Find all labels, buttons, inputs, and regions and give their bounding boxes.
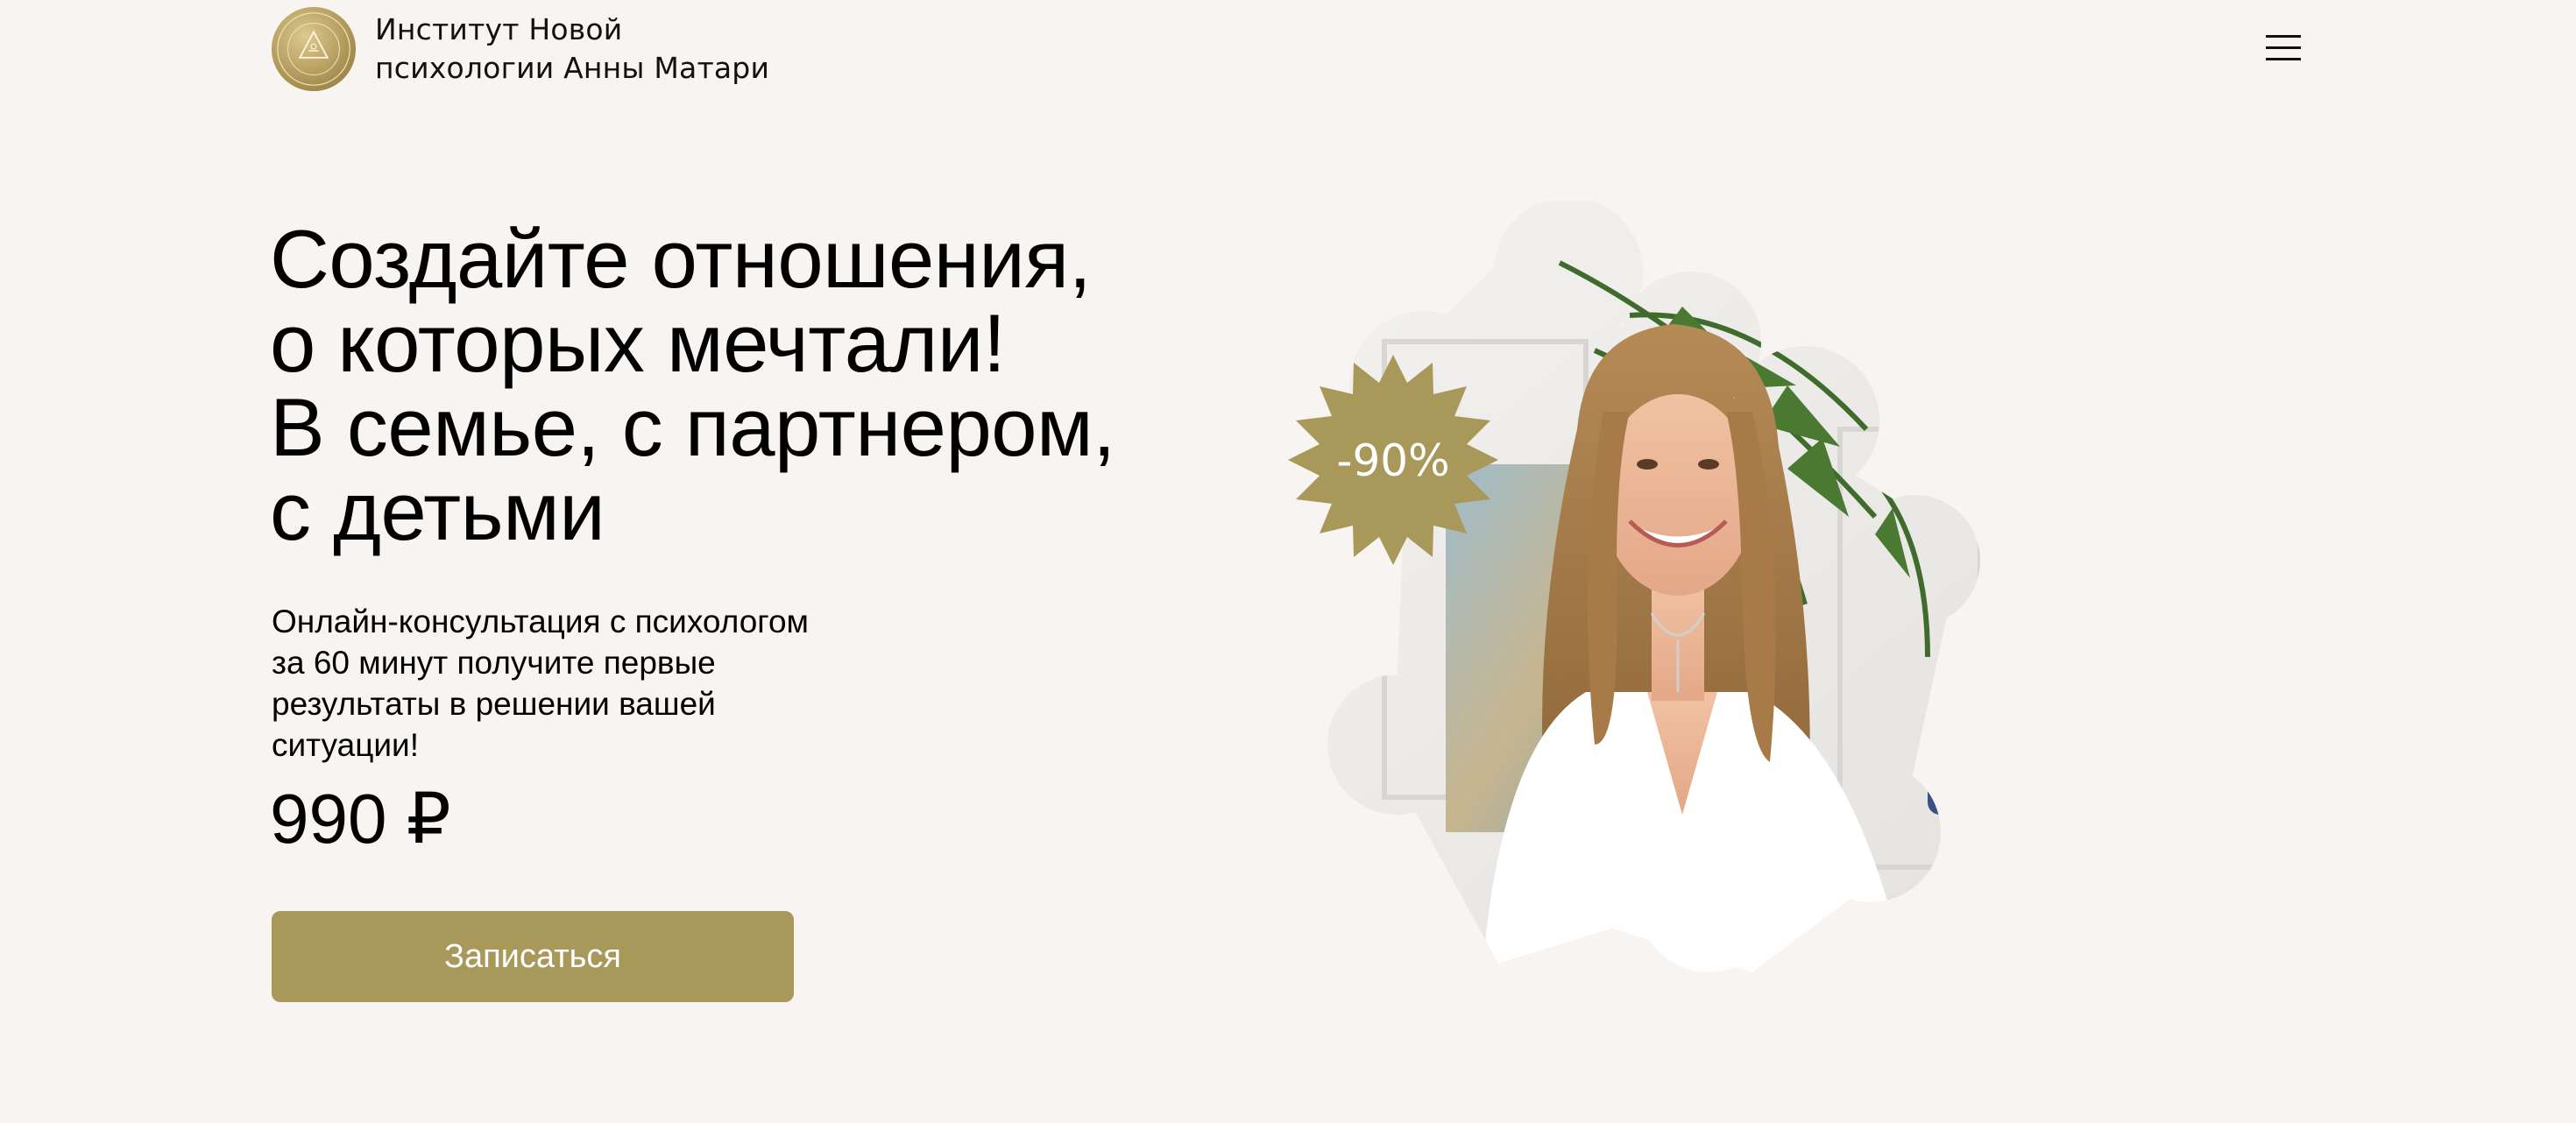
hamburger-icon[interactable] [2262,33,2304,63]
brand-line-1: Институт Новой [375,12,623,46]
subtitle-line: ситуации! [272,727,419,763]
signup-button[interactable]: Записаться [272,911,794,1002]
price: 990 ₽ [270,780,451,858]
brand-line-2: психологии Анны Матари [375,51,770,85]
discount-badge: -90% [1288,355,1498,565]
institute-logo[interactable] [271,6,357,92]
landing-page: Институт Новой психологии Анны Матари Со… [0,0,2576,1123]
hero-photo: -90% [1288,201,1980,972]
brand-name[interactable]: Институт Новой психологии Анны Матари [375,11,769,88]
subtitle-line: за 60 минут получите первые [272,645,716,681]
discount-label: -90% [1336,435,1449,486]
subtitle-line: Онлайн-консультация с психологом [272,604,809,639]
hero-subtitle: Онлайн-консультация с психологом за 60 м… [272,601,938,766]
subtitle-line: результаты в решении вашей [272,686,716,722]
headline-line: В семье, с партнером, [270,381,1115,473]
headline-line: Создайте отношения, [270,213,1092,305]
headline-line: о которых мечтали! [270,297,1006,389]
hero-headline: Создайте отношения, о которых мечтали! В… [270,217,1115,554]
headline-line: с детьми [270,465,605,557]
